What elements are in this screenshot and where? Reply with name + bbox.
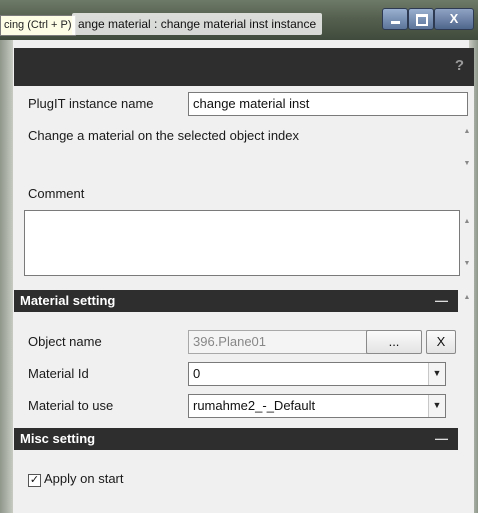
clear-object-button[interactable]: X [426, 330, 456, 354]
description-scroll-up[interactable]: ▲ [460, 128, 474, 135]
material-use-value: rumahme2_-_Default [193, 398, 316, 413]
apply-on-start-checkbox[interactable]: ✓ [28, 474, 41, 487]
comment-scroll-down[interactable]: ▼ [460, 260, 474, 267]
material-setting-header[interactable]: Material setting — [14, 290, 458, 312]
material-id-select[interactable]: 0 ▼ [188, 362, 446, 386]
minimize-icon [391, 21, 400, 24]
misc-setting-header[interactable]: Misc setting — [14, 428, 458, 450]
comment-textarea[interactable] [24, 210, 460, 276]
window-titlebar: cing (Ctrl + P) ange material : change m… [0, 0, 478, 40]
help-icon[interactable]: ? [455, 57, 464, 74]
maximize-icon [416, 14, 428, 26]
object-name-field[interactable]: 396.Plane01 [188, 330, 376, 354]
apply-on-start-label: Apply on start [44, 471, 124, 486]
settings-scroll-up[interactable]: ▲ [460, 294, 474, 301]
shortcut-tooltip: cing (Ctrl + P) [0, 15, 76, 36]
dropdown-arrow-icon[interactable]: ▼ [428, 363, 445, 385]
collapse-icon[interactable]: — [435, 428, 448, 450]
instance-name-label: PlugIT instance name [28, 96, 154, 111]
comment-scroll-up[interactable]: ▲ [460, 218, 474, 225]
window-title: ange material : change material inst ins… [72, 13, 323, 35]
editor-header: ? [14, 48, 474, 86]
material-use-label: Material to use [28, 398, 114, 413]
dropdown-arrow-icon[interactable]: ▼ [428, 395, 445, 417]
browse-object-button[interactable]: ... [366, 330, 422, 354]
material-use-select[interactable]: rumahme2_-_Default ▼ [188, 394, 446, 418]
editor-panel: PlugIT instance name change material ins… [14, 86, 474, 513]
close-button[interactable]: X [434, 8, 474, 30]
close-icon: X [449, 11, 459, 26]
collapse-icon[interactable]: — [435, 290, 448, 312]
material-id-value: 0 [193, 366, 201, 381]
minimize-button[interactable] [382, 8, 408, 30]
instance-name-input[interactable]: change material inst [188, 92, 468, 116]
misc-setting-title: Misc setting [20, 431, 96, 446]
material-id-label: Material Id [28, 366, 89, 381]
maximize-button[interactable] [408, 8, 434, 30]
comment-label: Comment [28, 186, 85, 201]
window-border-left [0, 40, 13, 513]
object-name-label: Object name [28, 334, 102, 349]
material-setting-title: Material setting [20, 293, 116, 308]
description-scroll-down[interactable]: ▼ [460, 160, 474, 167]
plugit-description: Change a material on the selected object… [28, 128, 300, 143]
